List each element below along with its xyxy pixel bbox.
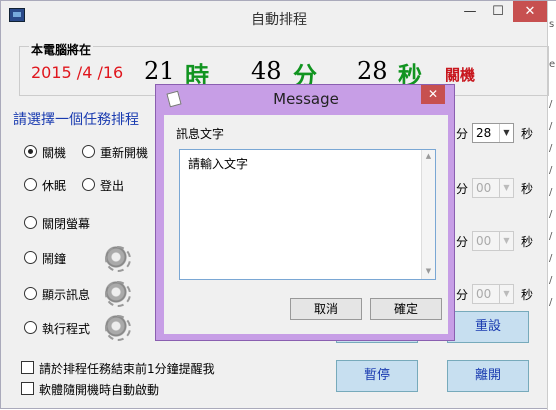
radio-logout-label: 登出	[100, 179, 125, 193]
hour-value: 21	[144, 57, 175, 85]
strip-char: /	[549, 275, 553, 286]
second-value: 28	[357, 57, 388, 85]
scroll-up-icon[interactable]: ▲	[422, 152, 435, 160]
alarm-settings-icon[interactable]	[104, 245, 131, 272]
radio-shutdown[interactable]	[24, 145, 37, 158]
pause-button[interactable]: 暫停	[336, 360, 418, 392]
radio-show-message[interactable]	[24, 287, 37, 300]
second-select: 00 ▼	[472, 284, 514, 304]
close-button[interactable]: ✕	[513, 1, 547, 22]
minute-label: 分	[456, 127, 469, 141]
radio-alarm[interactable]	[24, 251, 37, 264]
second-select: 00 ▼	[472, 178, 514, 198]
strip-char: e	[549, 59, 556, 70]
strip-char: /	[549, 187, 553, 198]
radio-logout[interactable]	[82, 178, 95, 191]
second-label: 秒	[521, 182, 534, 196]
remind-checkbox[interactable]	[21, 361, 34, 374]
minute-value: 48	[251, 57, 282, 85]
dialog-close-button[interactable]: ✕	[421, 85, 445, 104]
scroll-down-icon[interactable]: ▼	[422, 267, 435, 275]
radio-screen-off[interactable]	[24, 216, 37, 229]
autostart-label: 軟體隨開機時自動啟動	[39, 383, 160, 397]
exit-button[interactable]: 離開	[447, 360, 529, 392]
minimize-button[interactable]: —	[457, 1, 483, 22]
strip-char: /	[549, 209, 553, 220]
chevron-down-icon: ▼	[499, 179, 513, 197]
second-label: 秒	[521, 127, 534, 141]
second-select[interactable]: 28 ▼	[472, 123, 514, 143]
message-text-label: 訊息文字	[176, 127, 225, 141]
minute-label: 分	[456, 235, 469, 249]
strip-char: /	[549, 165, 553, 176]
radio-restart[interactable]	[82, 145, 95, 158]
strip-char: s	[549, 19, 555, 30]
radio-show-message-label: 顯示訊息	[42, 288, 91, 302]
strip-char: /	[549, 253, 553, 264]
message-text-value: 請輸入文字	[188, 157, 249, 171]
second-select: 00 ▼	[472, 231, 514, 251]
autostart-checkbox[interactable]	[21, 382, 34, 395]
ok-button[interactable]: 確定	[370, 298, 442, 320]
message-textarea[interactable]: 請輸入文字 ▲ ▼	[179, 149, 436, 280]
strip-char: /	[549, 297, 553, 308]
textarea-scrollbar[interactable]: ▲ ▼	[421, 150, 435, 279]
radio-restart-label: 重新開機	[100, 146, 149, 160]
message-settings-icon[interactable]	[104, 280, 131, 307]
strip-char: /	[549, 231, 553, 242]
dialog-title: Message	[273, 90, 339, 108]
radio-screen-off-label: 關閉螢幕	[42, 217, 91, 231]
radio-run-program[interactable]	[24, 321, 37, 334]
second-label: 秒	[521, 288, 534, 302]
radio-alarm-label: 鬧鐘	[42, 252, 67, 266]
radio-hibernate-label: 休眠	[42, 179, 67, 193]
second-label: 秒	[521, 235, 534, 249]
strip-char: /	[549, 99, 553, 110]
strip-char: /	[549, 143, 553, 154]
message-dialog: Message ✕ 訊息文字 請輸入文字 ▲ ▼ 取消 確定	[155, 84, 455, 341]
dialog-body: 訊息文字 請輸入文字 ▲ ▼ 取消 確定	[164, 115, 448, 334]
reset-button[interactable]: 重設	[447, 311, 529, 343]
chevron-down-icon: ▼	[499, 285, 513, 303]
cancel-button[interactable]: 取消	[290, 298, 362, 320]
remind-label: 請於排程任務結束前1分鐘提醒我	[39, 362, 215, 376]
clock-group-title: 本電腦將在	[29, 41, 94, 58]
maximize-button[interactable]: ☐	[485, 1, 511, 22]
minute-label: 分	[456, 288, 469, 302]
radio-run-program-label: 執行程式	[42, 322, 91, 336]
strip-char: /	[549, 121, 553, 132]
schedule-date: 2015 /4 /16	[31, 63, 124, 82]
scheduled-action: 關機	[445, 66, 476, 84]
chevron-down-icon: ▼	[499, 232, 513, 250]
minute-label: 分	[456, 182, 469, 196]
program-settings-icon[interactable]	[104, 314, 131, 341]
radio-shutdown-label: 關機	[42, 146, 67, 160]
task-heading: 請選擇一個任務排程	[13, 112, 139, 128]
radio-hibernate[interactable]	[24, 178, 37, 191]
chevron-down-icon: ▼	[499, 124, 513, 142]
title-bar: 自動排程 — ☐ ✕	[1, 1, 556, 32]
